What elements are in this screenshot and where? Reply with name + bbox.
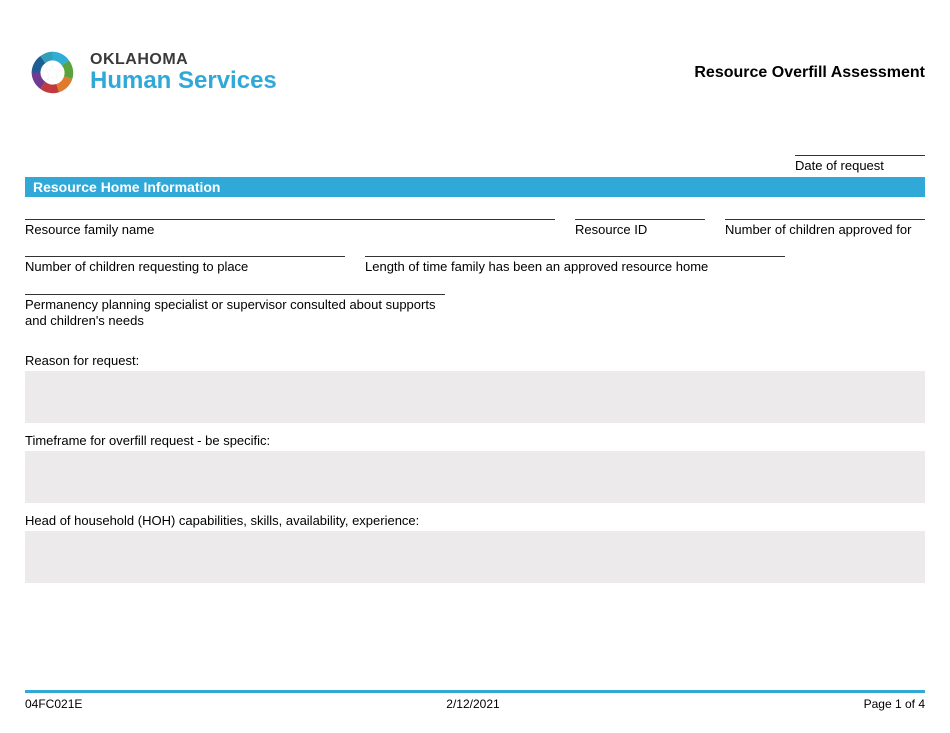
logo-state-text: OKLAHOMA — [90, 52, 277, 69]
field-num-requesting: Number of children requesting to place — [25, 256, 345, 275]
hoh-label: Head of household (HOH) capabilities, sk… — [25, 513, 925, 528]
resource-id-input[interactable] — [575, 219, 705, 220]
ohs-logo-icon — [25, 45, 80, 100]
num-approved-input[interactable] — [725, 219, 925, 220]
logo-dept-text: Human Services — [90, 68, 277, 93]
section-resource-home-info-bar: Resource Home Information — [25, 177, 925, 197]
pps-consulted-input[interactable] — [25, 294, 445, 295]
field-resource-id: Resource ID — [575, 219, 705, 238]
family-name-label: Resource family name — [25, 222, 555, 238]
pps-consulted-label: Permanency planning specialist or superv… — [25, 297, 445, 330]
num-requesting-input[interactable] — [25, 256, 345, 257]
footer-page: Page 1 of 4 — [864, 697, 925, 711]
footer-date: 2/12/2021 — [446, 697, 499, 711]
footer-row: 04FC021E 2/12/2021 Page 1 of 4 — [25, 697, 925, 711]
timeframe-input[interactable] — [25, 451, 925, 503]
reason-input[interactable] — [25, 371, 925, 423]
num-approved-label: Number of children approved for — [725, 222, 925, 238]
row-2: Number of children requesting to place L… — [25, 256, 925, 275]
field-pps-consulted: Permanency planning specialist or superv… — [25, 294, 445, 330]
date-of-request-input[interactable] — [795, 140, 925, 156]
date-of-request-field: Date of request — [795, 140, 925, 173]
date-of-request-row: Date of request — [25, 140, 925, 173]
page-container: OKLAHOMA Human Services Resource Overfil… — [0, 0, 950, 733]
row-1: Resource family name Resource ID Number … — [25, 219, 925, 238]
family-name-input[interactable] — [25, 219, 555, 220]
footer-rule — [25, 690, 925, 693]
length-approved-label: Length of time family has been an approv… — [365, 259, 785, 275]
hoh-input[interactable] — [25, 531, 925, 583]
num-requesting-label: Number of children requesting to place — [25, 259, 345, 275]
row-3: Permanency planning specialist or superv… — [25, 294, 925, 330]
date-of-request-label: Date of request — [795, 158, 925, 173]
timeframe-label: Timeframe for overfill request - be spec… — [25, 433, 925, 448]
field-length-approved: Length of time family has been an approv… — [365, 256, 785, 275]
header-row: OKLAHOMA Human Services Resource Overfil… — [25, 45, 925, 100]
field-num-approved: Number of children approved for — [725, 219, 925, 238]
reason-label: Reason for request: — [25, 353, 925, 368]
document-title: Resource Overfill Assessment — [694, 64, 925, 82]
footer-form-id: 04FC021E — [25, 697, 82, 711]
logo-text: OKLAHOMA Human Services — [90, 52, 277, 94]
field-resource-family-name: Resource family name — [25, 219, 555, 238]
footer: 04FC021E 2/12/2021 Page 1 of 4 — [25, 690, 925, 711]
logo-block: OKLAHOMA Human Services — [25, 45, 277, 100]
length-approved-input[interactable] — [365, 256, 785, 257]
resource-id-label: Resource ID — [575, 222, 705, 238]
